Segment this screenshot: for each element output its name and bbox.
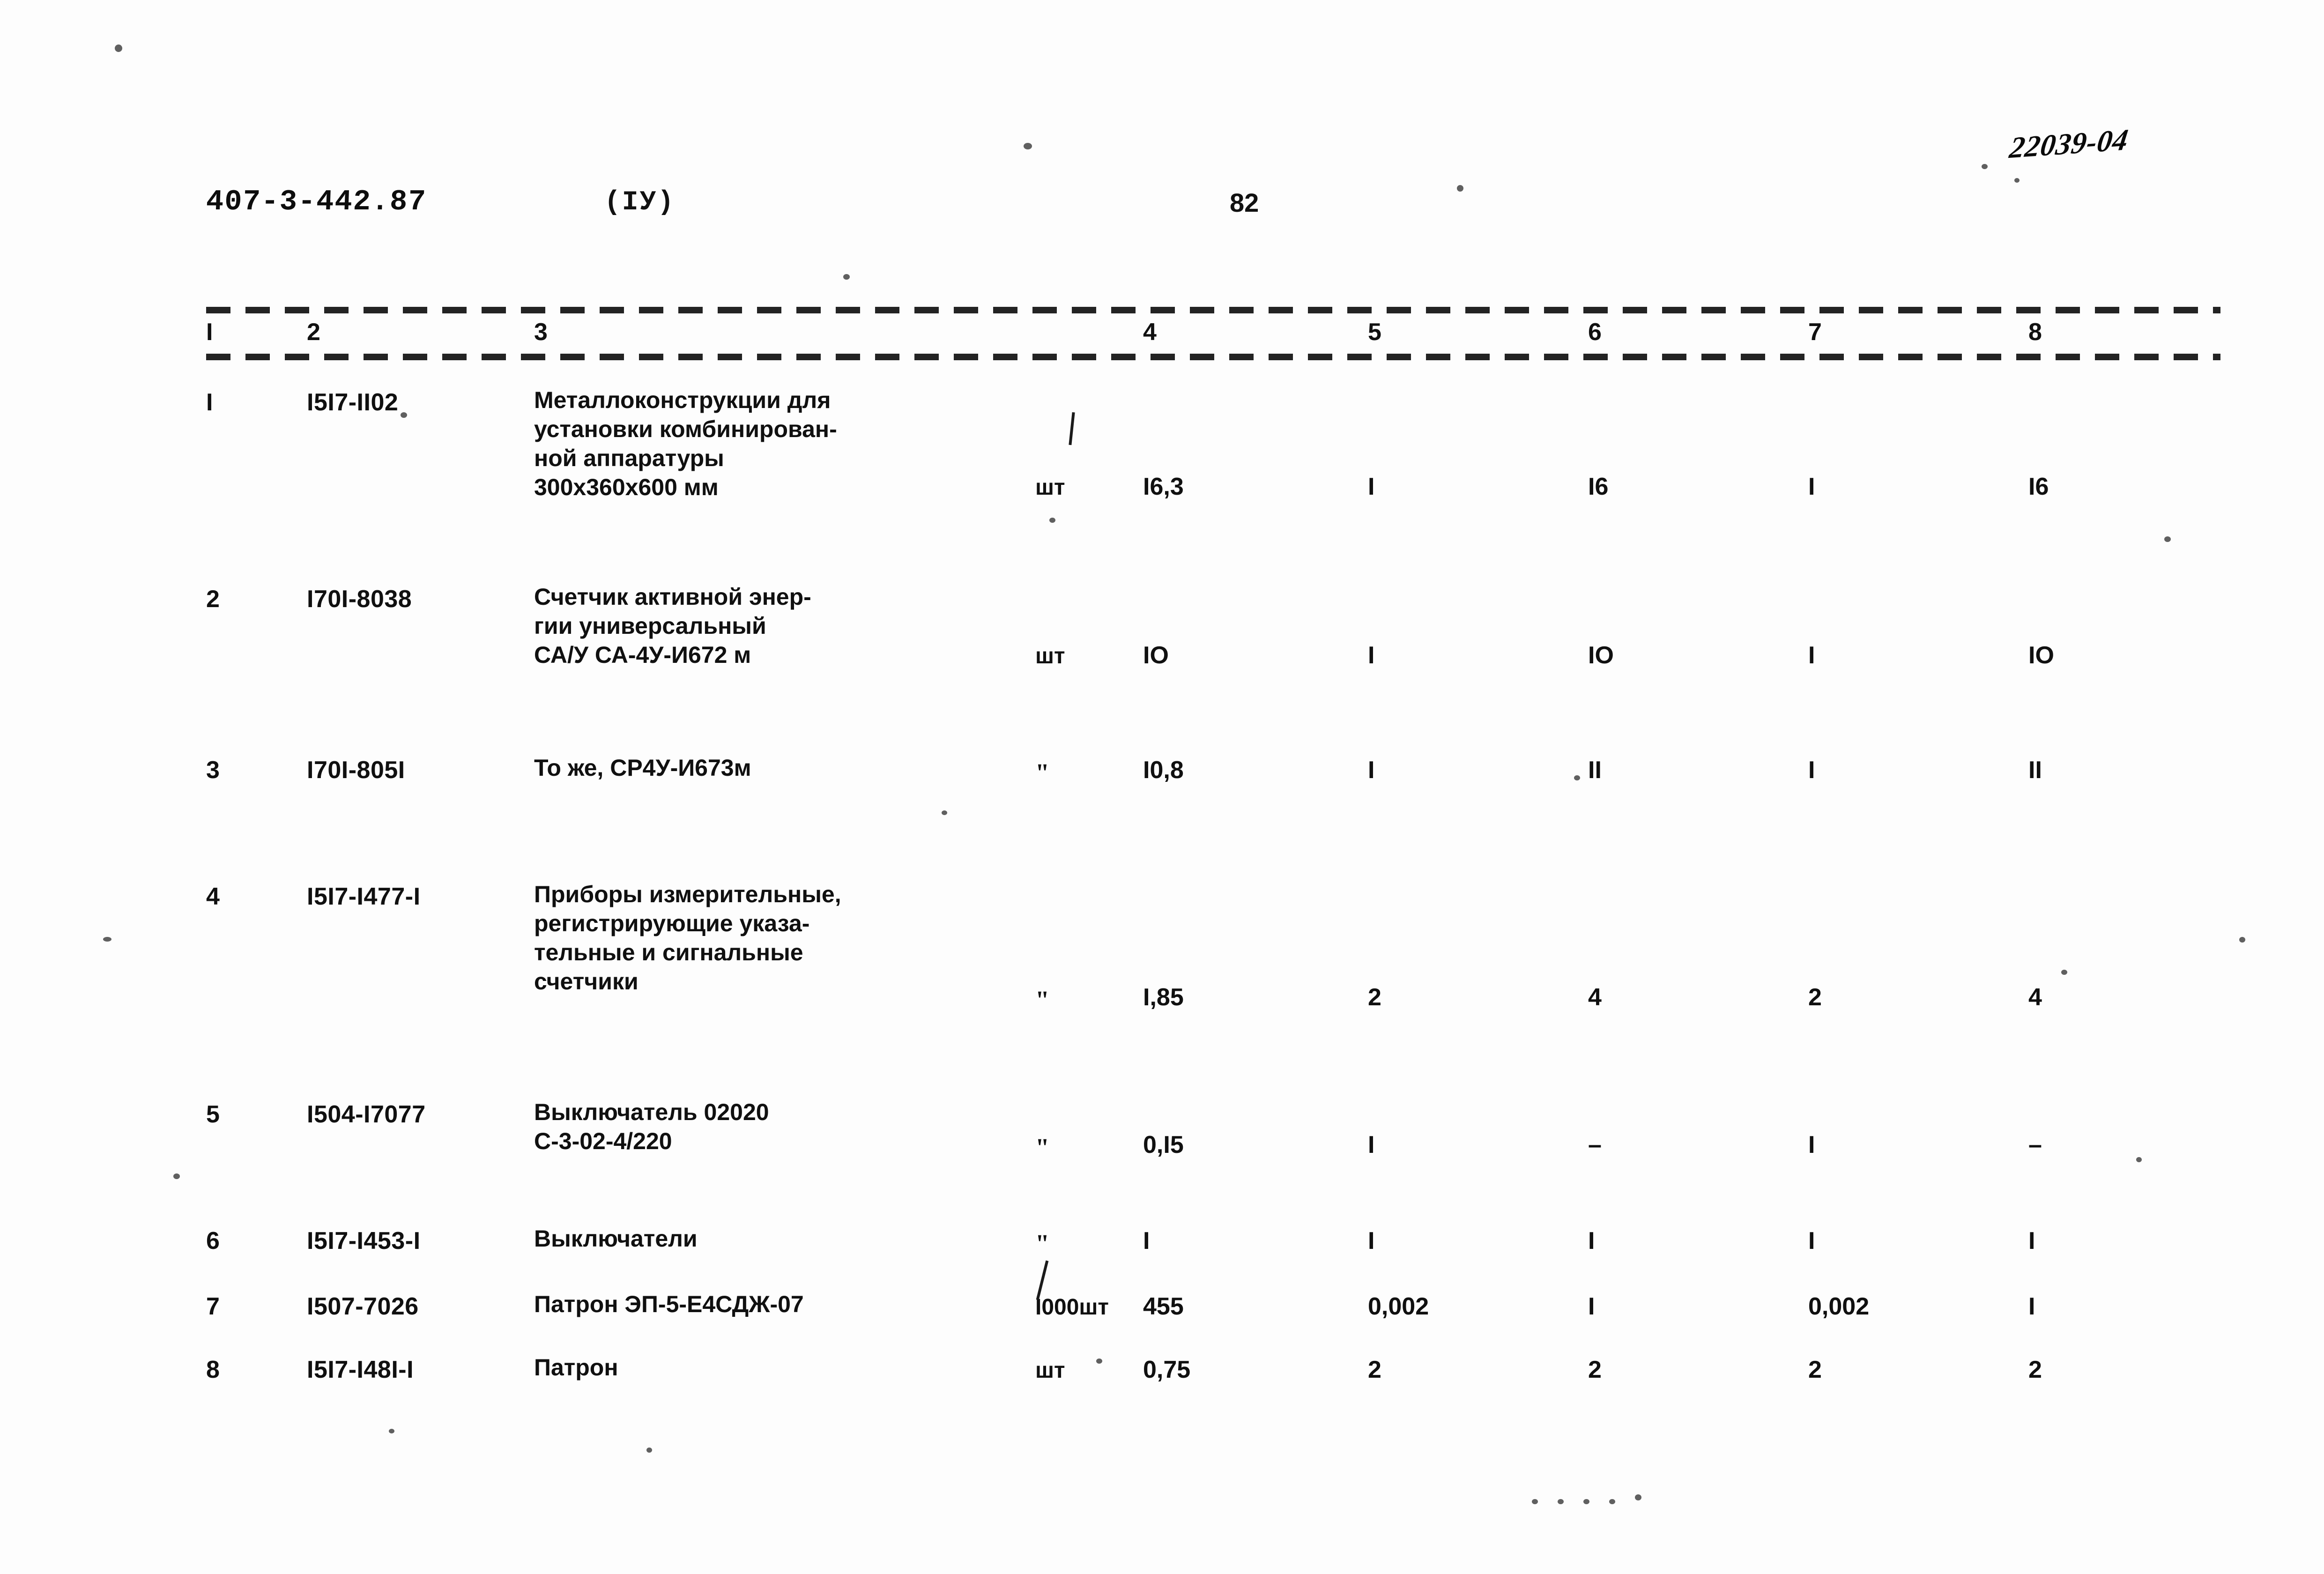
- table-header-rule: [206, 354, 2220, 360]
- row-value-col7: 2: [1808, 1356, 1822, 1383]
- row-value-col6: II: [1588, 757, 1602, 784]
- row-value-col7: 2: [1808, 984, 1822, 1011]
- column-header-7: 7: [1808, 319, 1822, 346]
- column-header-2: 2: [307, 319, 320, 346]
- row-article-code: I5I7-II02: [307, 389, 399, 416]
- row-value-col5: 2: [1368, 984, 1381, 1011]
- column-header-3: 3: [534, 319, 548, 346]
- column-header-4: 4: [1143, 319, 1157, 346]
- document-variant: (IУ): [604, 187, 676, 218]
- row-index: 5: [206, 1101, 220, 1128]
- row-value-col8: IO: [2028, 642, 2054, 669]
- row-value-col6: I: [1588, 1227, 1595, 1255]
- table-top-rule: [206, 307, 2220, 313]
- row-unit: шт: [1035, 1358, 1065, 1383]
- row-index: 6: [206, 1227, 220, 1255]
- column-header-1: I: [206, 319, 213, 346]
- page-number: 82: [1230, 188, 1259, 217]
- row-unit: шт: [1035, 644, 1065, 668]
- row-index: 2: [206, 586, 220, 613]
- row-index: I: [206, 389, 213, 416]
- document-page: 407-3-442.87 (IУ) 82 22039-04 I 2 3 4 5 …: [0, 0, 2324, 1574]
- row-value-col4: 0,75: [1143, 1356, 1191, 1383]
- row-value-col6: –: [1588, 1131, 1602, 1158]
- row-value-col7: I: [1808, 642, 1815, 669]
- row-unit: шт: [1035, 475, 1065, 500]
- row-value-col5: I: [1368, 473, 1375, 500]
- row-value-col5: I: [1368, 757, 1375, 784]
- row-value-col7: I: [1808, 473, 1815, 500]
- row-article-code: I70I-8038: [307, 586, 412, 613]
- column-header-8: 8: [2028, 319, 2042, 346]
- row-unit: I000шт: [1035, 1295, 1109, 1320]
- row-value-col5: I: [1368, 642, 1375, 669]
- row-index: 8: [206, 1356, 220, 1383]
- row-value-col7: I: [1808, 1131, 1815, 1158]
- row-description: Металлоконструкции для установки комбини…: [534, 387, 837, 500]
- row-description: Выключатели: [534, 1225, 698, 1252]
- handwritten-stamp-number: 22039-04: [2007, 122, 2131, 165]
- row-value-col8: –: [2028, 1131, 2042, 1158]
- row-value-col6: 4: [1588, 984, 1602, 1011]
- row-value-col6: I6: [1588, 473, 1609, 500]
- row-value-col8: I6: [2028, 473, 2049, 500]
- row-unit: ": [1035, 758, 1049, 787]
- row-value-col4: I,85: [1143, 984, 1184, 1011]
- row-description: Патрон: [534, 1354, 618, 1381]
- row-index: 7: [206, 1293, 220, 1320]
- row-value-col5: I: [1368, 1227, 1375, 1255]
- row-value-col6: I: [1588, 1293, 1595, 1320]
- row-description: Выключатель 02020 С-3-02-4/220: [534, 1099, 769, 1154]
- row-article-code: I5I7-I453-I: [307, 1227, 421, 1255]
- row-unit: ": [1035, 1133, 1049, 1161]
- row-unit: ": [1035, 986, 1049, 1014]
- row-value-col8: I: [2028, 1293, 2035, 1320]
- row-value-col7: 0,002: [1808, 1293, 1870, 1320]
- column-header-6: 6: [1588, 319, 1602, 346]
- row-description: То же, СР4У-И673м: [534, 755, 751, 781]
- row-article-code: I5I7-I477-I: [307, 883, 421, 910]
- row-index: 4: [206, 883, 220, 910]
- row-value-col5: 0,002: [1368, 1293, 1429, 1320]
- row-index: 3: [206, 757, 220, 784]
- row-value-col4: I: [1143, 1227, 1150, 1255]
- row-article-code: I504-I7077: [307, 1101, 426, 1128]
- row-article-code: I5I7-I48I-I: [307, 1356, 414, 1383]
- row-value-col4: I0,8: [1143, 757, 1184, 784]
- column-header-5: 5: [1368, 319, 1381, 346]
- row-value-col4: IO: [1143, 642, 1169, 669]
- table-header-row: I 2 3 4 5 6 7 8: [206, 313, 2220, 354]
- row-description: Приборы измерительные, регистрирующие ук…: [534, 881, 841, 995]
- row-value-col8: II: [2028, 757, 2042, 784]
- row-article-code: I507-7026: [307, 1293, 419, 1320]
- row-value-col4: I6,3: [1143, 473, 1184, 500]
- row-value-col5: 2: [1368, 1356, 1381, 1383]
- document-code: 407-3-442.87: [205, 185, 427, 218]
- row-value-col4: 0,I5: [1143, 1131, 1184, 1158]
- row-value-col7: I: [1808, 1227, 1815, 1255]
- row-description: Счетчик активной энер- гии универсальный…: [534, 584, 811, 668]
- row-article-code: I70I-805I: [307, 757, 405, 784]
- row-value-col5: I: [1368, 1131, 1375, 1158]
- row-value-col8: 4: [2028, 984, 2042, 1011]
- stray-pen-stroke: [1069, 412, 1075, 445]
- row-value-col8: 2: [2028, 1356, 2042, 1383]
- row-value-col6: IO: [1588, 642, 1614, 669]
- materials-table: I 2 3 4 5 6 7 8 I I5I7-II02 Металлоконстру…: [206, 307, 2220, 1383]
- row-unit: ": [1035, 1229, 1049, 1257]
- row-description: Патрон ЭП-5-Е4СДЖ-07: [534, 1291, 804, 1317]
- row-value-col6: 2: [1588, 1356, 1602, 1383]
- row-value-col8: I: [2028, 1227, 2035, 1255]
- row-value-col4: 455: [1143, 1293, 1184, 1320]
- row-value-col7: I: [1808, 757, 1815, 784]
